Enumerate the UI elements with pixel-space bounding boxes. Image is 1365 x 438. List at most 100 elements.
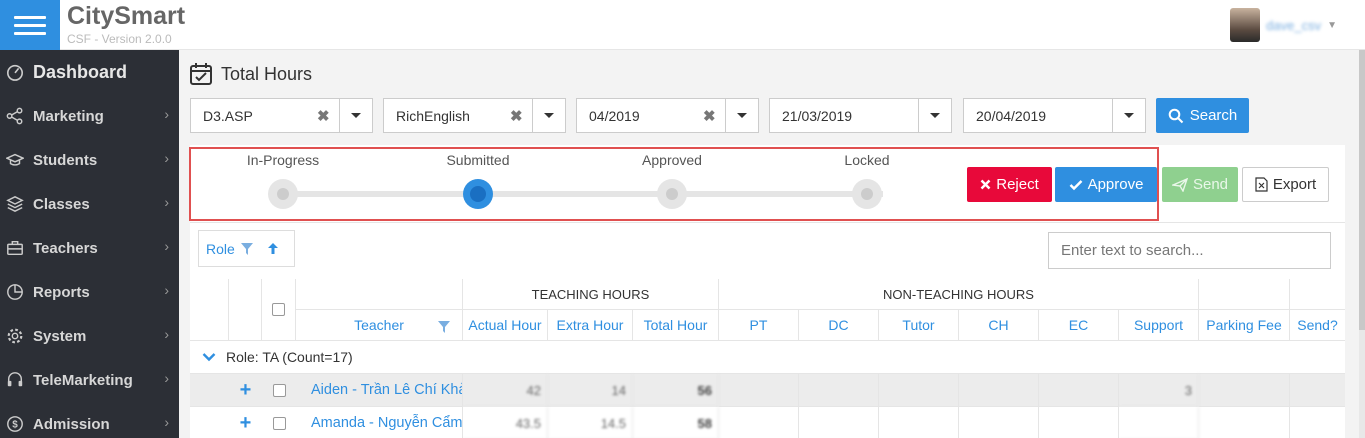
select-value: RichEnglish <box>396 108 470 124</box>
scrollbar-thumb[interactable] <box>1359 50 1365 330</box>
column-header-total-hour[interactable]: Total Hour <box>633 310 719 341</box>
hours-table: Teacher TEACHING HOURS Actual Hour Extra… <box>190 279 1345 438</box>
pie-chart-icon <box>5 282 25 302</box>
sidebar-item-system[interactable]: System › <box>0 314 179 358</box>
group-header-teaching-hours: TEACHING HOURS <box>463 279 719 310</box>
filter-end-date-select[interactable]: 20/04/2019 <box>963 98 1146 133</box>
sidebar-item-teachers[interactable]: Teachers › <box>0 226 179 270</box>
group-by-role-chip[interactable]: Role <box>198 230 295 267</box>
column-header-parking-fee[interactable]: Parking Fee <box>1199 310 1290 341</box>
menu-toggle-button[interactable] <box>0 0 60 50</box>
expand-row-icon[interactable]: + <box>240 379 252 402</box>
column-header-dc[interactable]: DC <box>799 310 879 341</box>
dollar-icon: $ <box>5 414 25 434</box>
chevron-right-icon: › <box>164 370 169 386</box>
chevron-down-icon[interactable] <box>737 113 747 118</box>
caret-down-icon: ▼ <box>1327 19 1337 31</box>
clear-icon[interactable]: ✖ <box>510 107 523 125</box>
headset-icon <box>5 370 25 390</box>
chevron-down-icon[interactable] <box>1124 113 1134 118</box>
group-row-label: Role: TA (Count=17) <box>226 349 353 365</box>
workflow-track <box>283 191 883 197</box>
check-icon <box>1069 179 1082 190</box>
avatar <box>1230 8 1261 42</box>
column-header-ch[interactable]: CH <box>959 310 1039 341</box>
step-label-in-progress: In-Progress <box>246 152 320 168</box>
table-search-input[interactable] <box>1048 232 1331 269</box>
sidebar-item-label: TeleMarketing <box>33 371 133 389</box>
chevron-down-icon[interactable] <box>544 113 554 118</box>
calendar-check-icon <box>190 63 212 85</box>
filter-icon[interactable] <box>438 321 450 333</box>
send-button-label: Send <box>1192 176 1229 193</box>
total-hour-value: 58 <box>633 407 719 438</box>
column-header-pt[interactable]: PT <box>719 310 799 341</box>
step-dot-submitted <box>463 179 493 209</box>
clear-icon[interactable]: ✖ <box>317 107 330 125</box>
clear-icon[interactable]: ✖ <box>703 107 716 125</box>
page-scrollbar[interactable] <box>1359 50 1365 438</box>
sidebar-item-label: Classes <box>33 195 90 213</box>
filter-start-date-select[interactable]: 21/03/2019 <box>769 98 952 133</box>
step-dot-in-progress <box>268 179 298 209</box>
column-header-send[interactable]: Send? <box>1290 310 1345 341</box>
sidebar-item-dashboard[interactable]: Dashboard <box>0 50 179 94</box>
chevron-down-icon[interactable] <box>930 113 940 118</box>
chevron-down-icon[interactable] <box>351 113 361 118</box>
sort-up-icon[interactable] <box>267 242 279 255</box>
send-button[interactable]: Send <box>1162 167 1238 202</box>
export-button[interactable]: Export <box>1242 167 1329 202</box>
reject-button-label: Reject <box>996 176 1039 193</box>
approve-button[interactable]: Approve <box>1055 167 1157 202</box>
select-value: 04/2019 <box>589 108 640 124</box>
row-checkbox[interactable] <box>272 416 286 430</box>
chevron-right-icon: › <box>164 150 169 166</box>
sidebar-item-label: System <box>33 327 87 345</box>
page-title: Total Hours <box>189 62 312 86</box>
table-row: + Aiden - Trần Lê Chí Khả 42 14 56 3 <box>190 374 1345 407</box>
chevron-right-icon: › <box>164 414 169 430</box>
chevron-down-icon[interactable] <box>202 352 216 362</box>
column-header-ec[interactable]: EC <box>1039 310 1119 341</box>
share-icon <box>5 106 25 126</box>
teacher-name-link[interactable]: Aiden - Trần Lê Chí Khả <box>296 374 463 407</box>
teacher-name-link[interactable]: Amanda - Nguyễn Cẩm <box>296 407 463 438</box>
user-name: dave_csv <box>1266 17 1322 33</box>
user-menu[interactable]: dave_csv ▼ <box>1230 8 1337 42</box>
sidebar-item-marketing[interactable]: Marketing › <box>0 94 179 138</box>
app-name: CitySmart <box>67 2 186 30</box>
approve-button-label: Approve <box>1087 176 1144 193</box>
group-header-non-teaching-hours: NON-TEACHING HOURS <box>719 279 1199 310</box>
filter-icon[interactable] <box>240 242 253 255</box>
column-header-teacher[interactable]: Teacher <box>296 310 463 341</box>
filter-month-select[interactable]: 04/2019 ✖ <box>576 98 759 133</box>
sidebar-item-label: Reports <box>33 283 90 301</box>
sidebar-item-label: Teachers <box>33 239 98 257</box>
sidebar-item-classes[interactable]: Classes › <box>0 182 179 226</box>
column-header-actual-hour[interactable]: Actual Hour <box>463 310 548 341</box>
search-button-label: Search <box>1189 107 1238 124</box>
row-checkbox[interactable] <box>272 383 286 397</box>
search-button[interactable]: Search <box>1156 98 1249 133</box>
reject-button[interactable]: Reject <box>967 167 1052 202</box>
sidebar-item-reports[interactable]: Reports › <box>0 270 179 314</box>
select-value: 20/04/2019 <box>976 108 1047 124</box>
column-header-extra-hour[interactable]: Extra Hour <box>548 310 633 341</box>
column-header-support[interactable]: Support <box>1119 310 1199 341</box>
select-all-checkbox[interactable] <box>272 303 285 316</box>
expand-row-icon[interactable]: + <box>240 412 252 435</box>
sidebar-item-students[interactable]: Students › <box>0 138 179 182</box>
filter-brand-select[interactable]: RichEnglish ✖ <box>383 98 566 133</box>
sidebar-item-admission[interactable]: $ Admission › <box>0 402 179 438</box>
step-label-approved: Approved <box>642 152 702 168</box>
gear-icon <box>5 326 25 346</box>
group-row-role-ta[interactable]: Role: TA (Count=17) <box>190 341 1345 374</box>
sidebar-item-label: Admission <box>33 415 110 433</box>
sidebar-item-telemarketing[interactable]: TeleMarketing › <box>0 358 179 402</box>
close-icon <box>980 179 991 190</box>
filter-center-select[interactable]: D3.ASP ✖ <box>190 98 373 133</box>
table-row: + Amanda - Nguyễn Cẩm 43.5 14.5 58 <box>190 407 1345 438</box>
app-version: CSF - Version 2.0.0 <box>67 32 172 46</box>
column-header-tutor[interactable]: Tutor <box>879 310 959 341</box>
step-dot-approved <box>657 179 687 209</box>
